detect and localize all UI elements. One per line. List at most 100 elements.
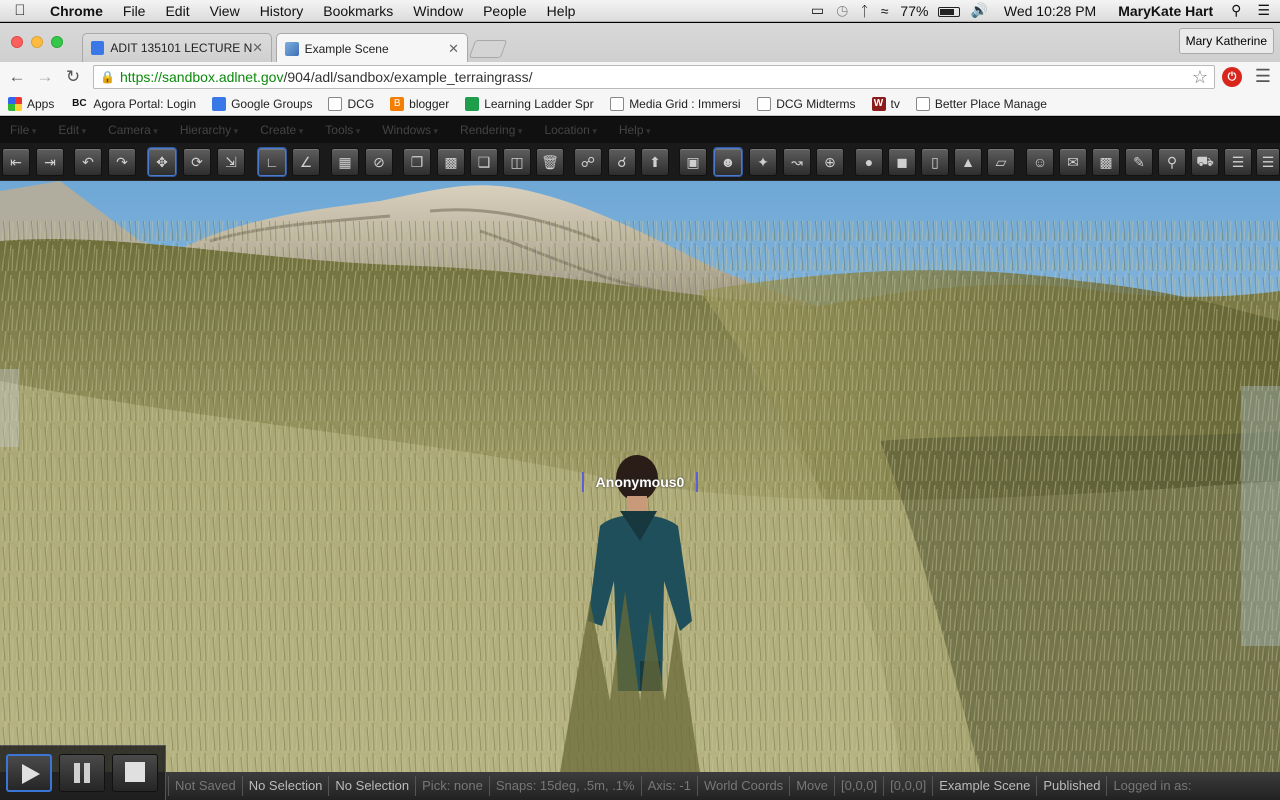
bookmark-tv[interactable]: W tv [871, 96, 900, 111]
app-menu-windows[interactable]: Windows [372, 123, 448, 137]
avatar-icon[interactable]: ☻ [714, 148, 742, 176]
menu-people[interactable]: People [473, 3, 537, 19]
plane-icon[interactable]: ▱ [987, 148, 1015, 176]
camera-icon[interactable]: ▣ [679, 148, 707, 176]
tab-example-scene[interactable]: Example Scene ✕ [276, 33, 468, 63]
undo-icon[interactable]: ↶ [74, 148, 102, 176]
bookmark-blogger[interactable]: B blogger [390, 96, 449, 111]
redo-icon[interactable]: ↷ [108, 148, 136, 176]
script-icon[interactable]: ✎ [1125, 148, 1153, 176]
select-parent-icon[interactable]: ⬆ [641, 148, 669, 176]
material-icon[interactable]: ▩ [1092, 148, 1120, 176]
users-icon[interactable]: ☺ [1026, 148, 1054, 176]
menu-help[interactable]: Help [537, 3, 586, 19]
inventory-icon[interactable]: ⚲ [1158, 148, 1186, 176]
tab-strip: ADIT 135101 LECTURE NO ✕ Example Scene ✕… [0, 23, 1280, 63]
apple-icon[interactable]:  [0, 2, 40, 19]
play-button[interactable] [6, 754, 52, 792]
world-coords-icon[interactable]: ∟ [258, 148, 286, 176]
airplay-icon[interactable]: ▭ [805, 2, 830, 19]
close-window-button[interactable] [11, 36, 23, 48]
chat-icon[interactable]: ✉ [1059, 148, 1087, 176]
menu-app-name[interactable]: Chrome [40, 3, 113, 19]
chrome-menu-icon[interactable]: ☰ [1253, 66, 1273, 88]
app-menu-rendering[interactable]: Rendering [450, 123, 532, 137]
bookmark-learning-ladder[interactable]: Learning Ladder Spr [465, 96, 594, 111]
target-icon[interactable]: ⊕ [816, 148, 844, 176]
cylinder-icon[interactable]: ▯ [921, 148, 949, 176]
close-tab-icon[interactable]: ✕ [252, 40, 263, 56]
notification-center-icon[interactable]: ☰ [1247, 2, 1280, 19]
tab-adit-lecture[interactable]: ADIT 135101 LECTURE NO ✕ [82, 33, 272, 62]
user-name[interactable]: MaryKate Hart [1106, 3, 1225, 19]
bookmark-dcg[interactable]: DCG [328, 96, 374, 111]
bookmark-dcg-midterms[interactable]: DCG Midterms [757, 96, 856, 111]
menu-bookmarks[interactable]: Bookmarks [313, 3, 403, 19]
app-menu-file[interactable]: File [0, 123, 46, 137]
menu-view[interactable]: View [200, 3, 250, 19]
close-tab-icon[interactable]: ✕ [448, 41, 459, 57]
bookmark-google-groups[interactable]: Google Groups [212, 96, 312, 111]
app-menu-hierarchy[interactable]: Hierarchy [170, 123, 248, 137]
link-icon[interactable]: ☍ [574, 148, 602, 176]
shop-icon[interactable]: ⛟ [1191, 148, 1219, 176]
clock[interactable]: Wed 10:28 PM [994, 3, 1106, 19]
app-menu-tools[interactable]: Tools [315, 123, 370, 137]
app-menu-create[interactable]: Create [250, 123, 313, 137]
fly-icon[interactable]: ↝ [783, 148, 811, 176]
back-icon[interactable]: ← [6, 66, 28, 88]
settings-icon[interactable]: ☰ [1256, 148, 1280, 176]
menu-file[interactable]: File [113, 3, 156, 19]
sphere-icon[interactable]: ● [855, 148, 883, 176]
bookmark-agora[interactable]: BC Agora Portal: Login [70, 97, 196, 111]
app-menu-help[interactable]: Help [609, 123, 661, 137]
cone-icon[interactable]: ▲ [954, 148, 982, 176]
bookmark-star-icon[interactable]: ☆ [1192, 67, 1208, 88]
forward-icon[interactable]: → [34, 66, 56, 88]
bluetooth-icon[interactable]: ᛏ [854, 3, 874, 19]
left-collapsed-panel[interactable] [0, 369, 20, 447]
stop-button[interactable] [112, 754, 158, 792]
cube-icon[interactable]: ◼ [888, 148, 916, 176]
library-icon[interactable]: ☰ [1224, 148, 1252, 176]
menu-edit[interactable]: Edit [155, 3, 199, 19]
app-menu-location[interactable]: Location [534, 123, 606, 137]
battery-percent[interactable]: 77% [894, 3, 934, 19]
reload-icon[interactable]: ↻ [62, 66, 84, 88]
logout-icon[interactable]: ⇤ [2, 148, 30, 176]
spotlight-icon[interactable]: ⚲ [1225, 2, 1247, 19]
new-tab-button[interactable] [468, 40, 508, 58]
volume-icon[interactable]: 🔊 [964, 2, 993, 19]
delete-icon[interactable]: 🗑 [536, 148, 564, 176]
bookmark-apps[interactable]: Apps [8, 96, 54, 111]
wifi-icon[interactable]: ≈ [875, 3, 895, 19]
app-menu-camera[interactable]: Camera [98, 123, 168, 137]
extension-icon[interactable]: ⏻ [1222, 67, 1242, 87]
address-bar[interactable]: 🔒 https://sandbox.adlnet.gov /904/adl/sa… [93, 65, 1215, 89]
menu-history[interactable]: History [250, 3, 314, 19]
minimize-window-button[interactable] [31, 36, 43, 48]
pause-button[interactable] [59, 754, 105, 792]
paste-icon[interactable]: ▩ [437, 148, 465, 176]
menu-window[interactable]: Window [403, 3, 473, 19]
navigate-icon[interactable]: ✦ [749, 148, 777, 176]
rotate-icon[interactable]: ⟳ [183, 148, 211, 176]
local-coords-icon[interactable]: ∠ [292, 148, 320, 176]
no-snap-icon[interactable]: ⊘ [365, 148, 393, 176]
login-icon[interactable]: ⇥ [36, 148, 64, 176]
battery-icon[interactable] [934, 3, 964, 19]
snap-grid-icon[interactable]: ▦ [331, 148, 359, 176]
time-machine-icon[interactable]: ◷ [830, 2, 854, 19]
scale-icon[interactable]: ⇲ [217, 148, 245, 176]
move-icon[interactable]: ✥ [148, 148, 176, 176]
copy-icon[interactable]: ❐ [403, 148, 431, 176]
bookmark-media-grid[interactable]: Media Grid : Immersi [610, 96, 741, 111]
unlink-icon[interactable]: ☌ [608, 148, 636, 176]
profile-button[interactable]: Mary Katherine [1178, 28, 1274, 54]
bookmark-better-place[interactable]: Better Place Manage [915, 96, 1050, 111]
duplicate-icon[interactable]: ❑ [470, 148, 498, 176]
zoom-window-button[interactable] [51, 36, 63, 48]
right-collapsed-panel[interactable] [1241, 386, 1280, 646]
save-icon[interactable]: ◫ [503, 148, 531, 176]
app-menu-edit[interactable]: Edit [48, 123, 96, 137]
